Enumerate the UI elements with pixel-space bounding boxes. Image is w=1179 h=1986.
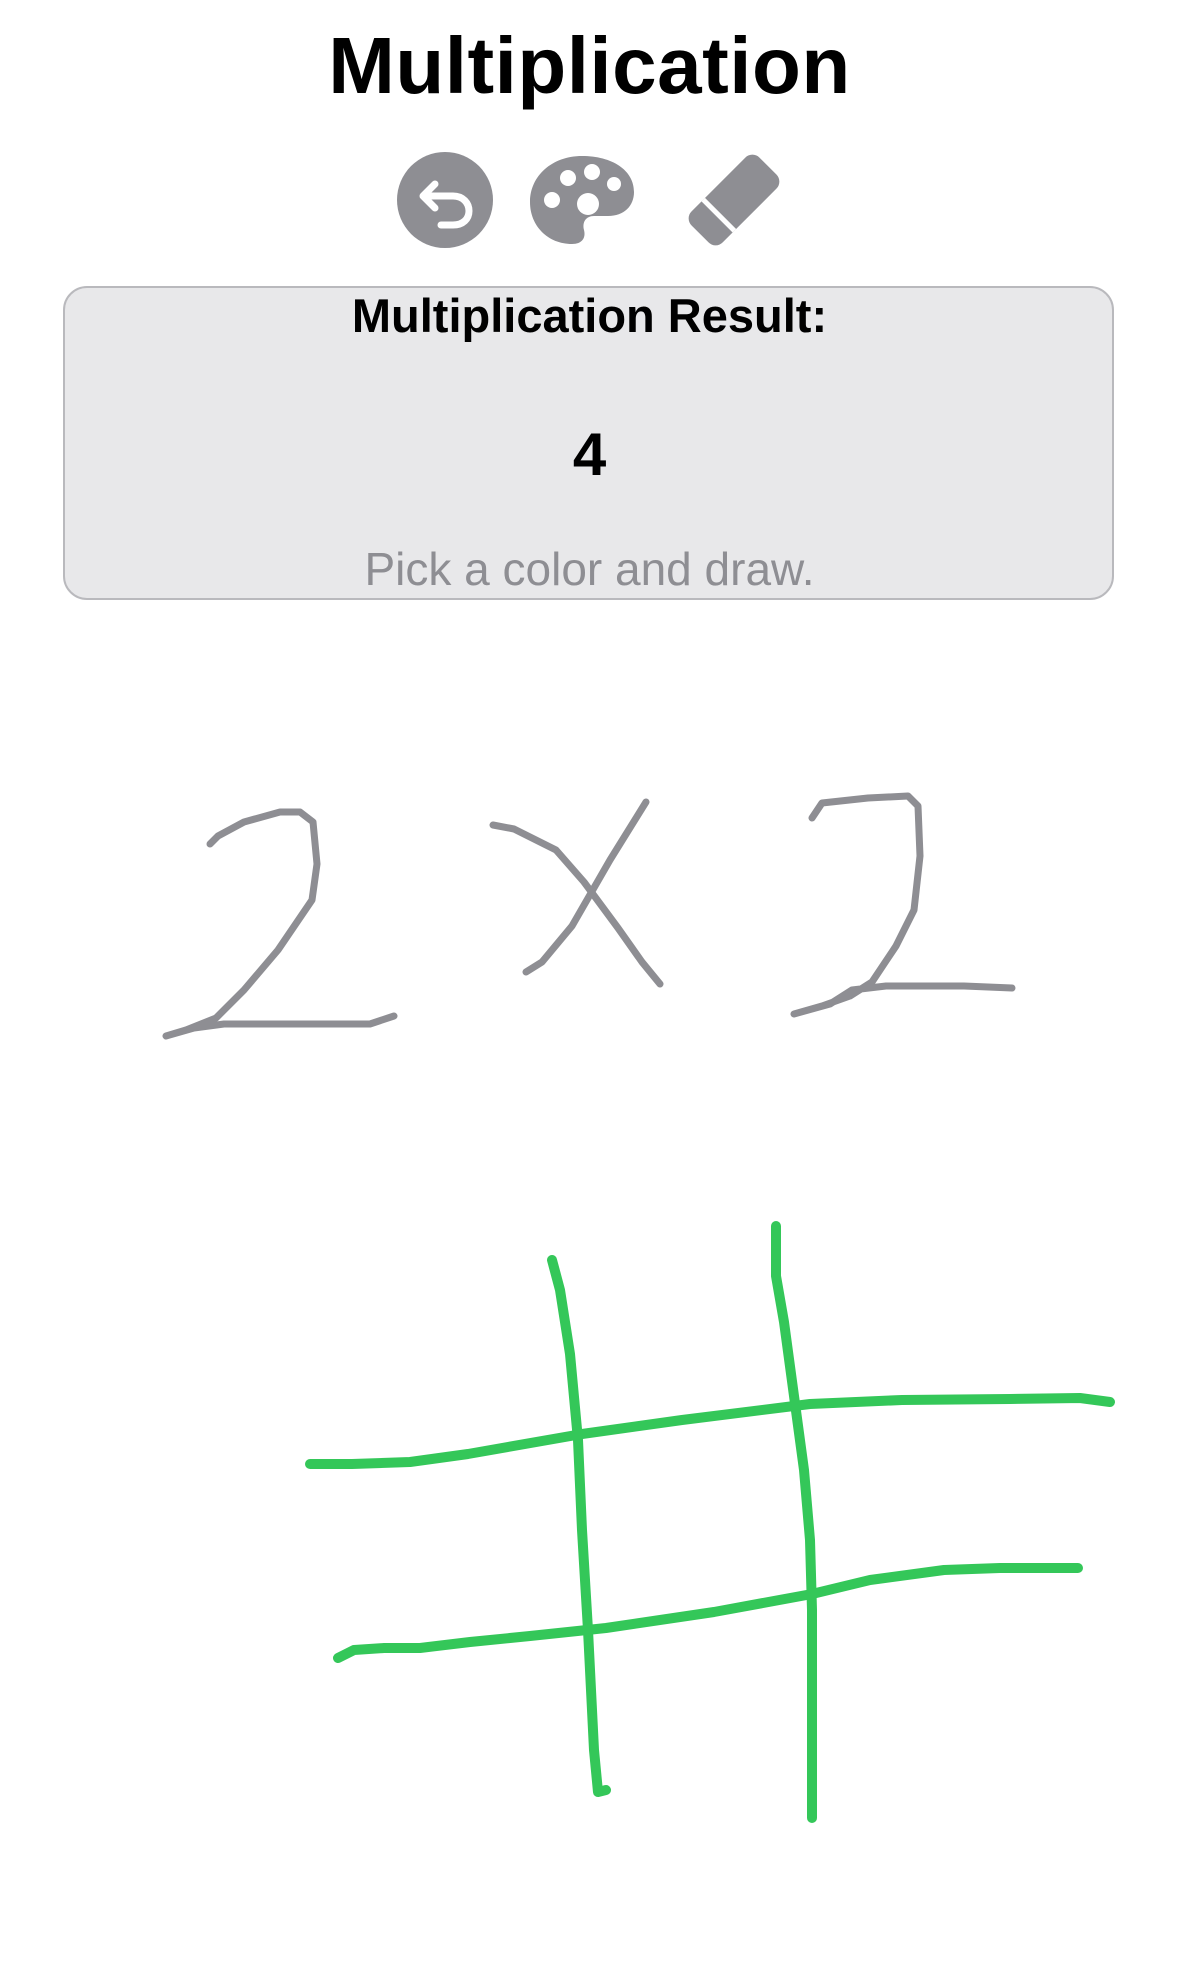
result-heading: Multiplication Result: xyxy=(351,289,828,342)
eraser-icon xyxy=(688,154,780,246)
palette-button[interactable] xyxy=(530,148,634,252)
eraser-button[interactable] xyxy=(682,148,786,252)
drawing-canvas[interactable] xyxy=(0,640,1179,1986)
tic-tac-toe-grid xyxy=(333,1563,1083,1663)
handwritten-multiply-sign xyxy=(489,821,664,988)
result-value: 4 xyxy=(572,421,607,488)
tic-tac-toe-grid xyxy=(305,1393,1115,1469)
undo-button[interactable] xyxy=(393,148,497,252)
undo-icon xyxy=(397,152,493,248)
drawing-toolbar xyxy=(0,148,1179,252)
result-hint: Pick a color and draw. xyxy=(364,543,815,595)
handwritten-digit-2 xyxy=(162,808,398,1040)
tic-tac-toe-grid xyxy=(547,1255,611,1797)
handwritten-digit-2 xyxy=(790,792,1016,1018)
page-title: Multiplication xyxy=(328,21,851,110)
drawing-layer xyxy=(162,792,1115,1823)
tic-tac-toe-grid xyxy=(771,1221,817,1823)
palette-icon xyxy=(530,156,634,244)
